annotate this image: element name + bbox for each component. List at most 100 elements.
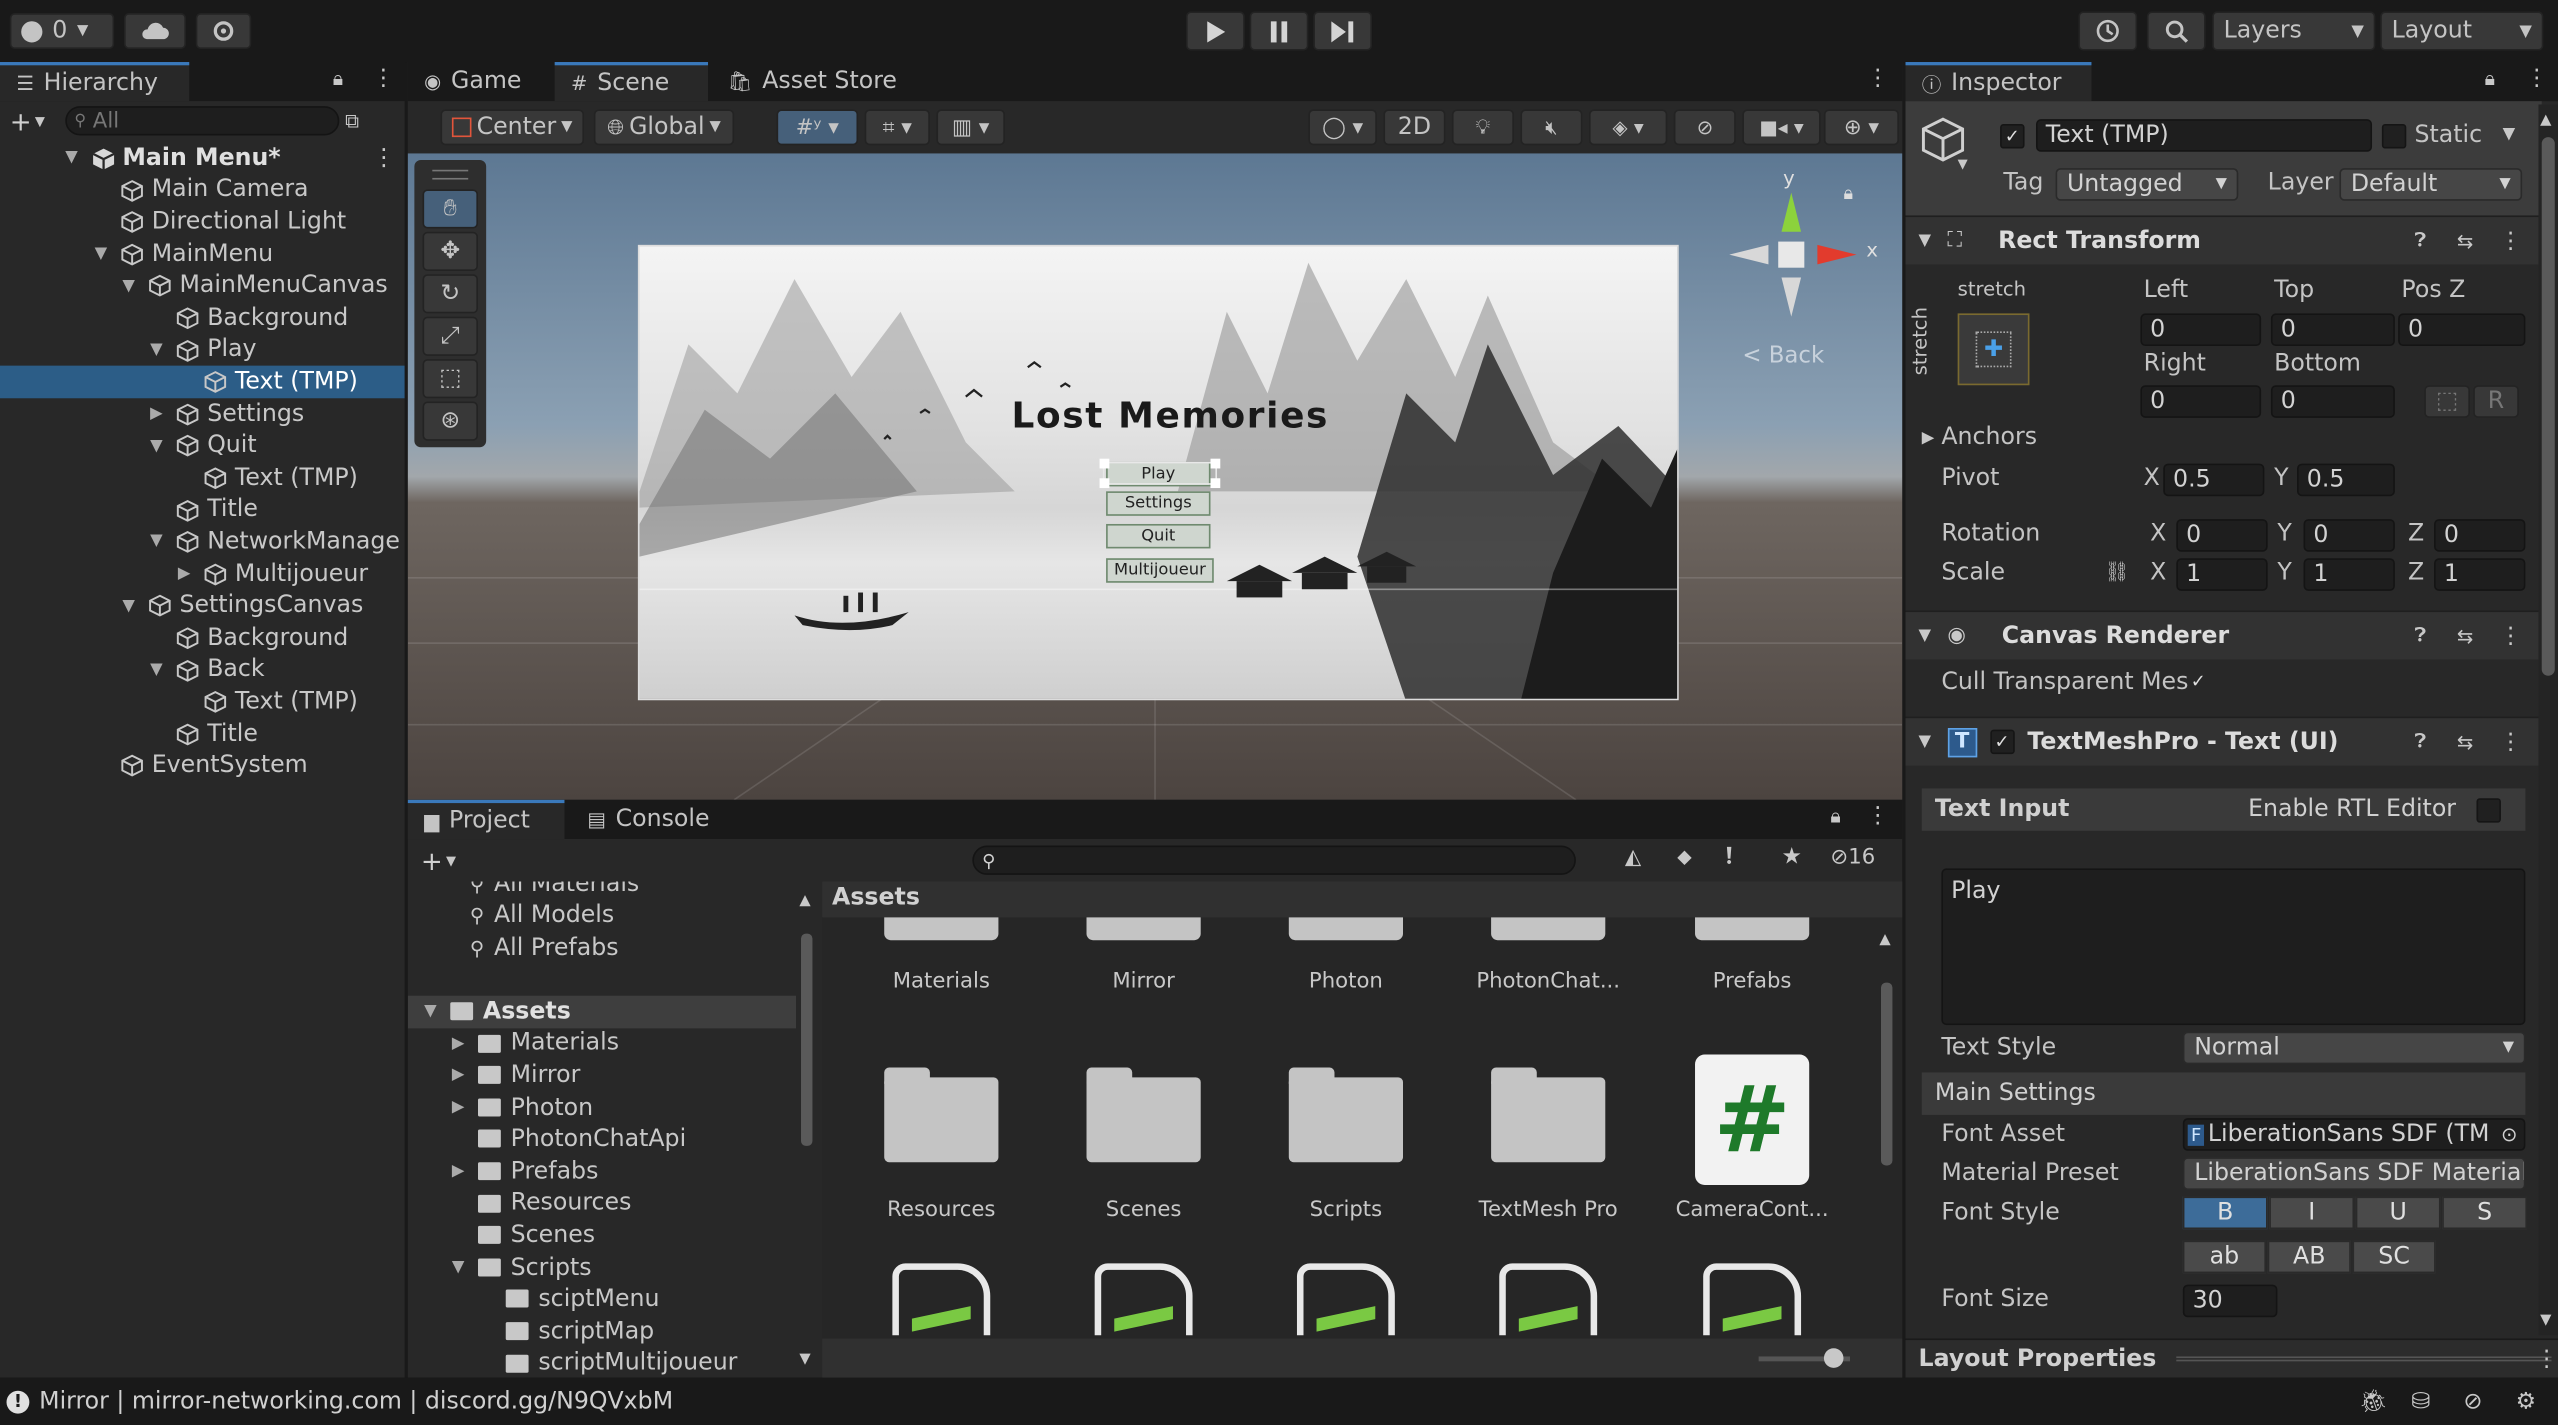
grid-scrollbar[interactable]: ▲ [1879, 924, 1895, 1332]
right-field[interactable]: 0 [2140, 385, 2262, 418]
hierarchy-item[interactable]: Background [0, 302, 405, 334]
tab-asset-store[interactable]: 🛍︎ Asset Store [711, 62, 923, 101]
pause-button[interactable] [1249, 11, 1309, 51]
play-button[interactable] [1186, 11, 1245, 51]
increment-snap-button[interactable]: ⌗ ▾ [864, 109, 930, 146]
layer-dropdown[interactable]: Default ▼ [2339, 168, 2523, 201]
text-style-dropdown[interactable]: Normal ▼ [2182, 1031, 2526, 1065]
font-style-underline-button[interactable]: U [2355, 1196, 2441, 1230]
hierarchy-item[interactable]: Title [0, 494, 405, 526]
grid-scroll-thumb[interactable] [1881, 982, 1893, 1166]
foldout-arrow-icon[interactable]: ▼ [150, 661, 163, 679]
scale-y-field[interactable]: 1 [2303, 558, 2395, 591]
scroll-up-icon[interactable]: ▲ [1879, 932, 1890, 948]
pivot-x-field[interactable]: 0.5 [2163, 463, 2265, 497]
add-object-button[interactable]: + [10, 105, 32, 136]
project-folder-item[interactable]: sciptMenu [408, 1284, 796, 1316]
font-style-bold-button[interactable]: B [2182, 1196, 2268, 1230]
presets-icon[interactable]: ⇆ [2457, 229, 2473, 252]
pivot-y-field[interactable]: 0.5 [2297, 463, 2395, 497]
snap-settings-button[interactable]: ▥ ▾ [936, 109, 1005, 146]
tag-dropdown[interactable]: Untagged ▼ [2055, 168, 2239, 201]
foldout-arrow-icon[interactable]: ▶ [452, 1163, 465, 1181]
move-tool-button[interactable]: ✥ [422, 231, 479, 271]
tab-project[interactable]: ▆ Project [407, 799, 565, 840]
top-field[interactable]: 0 [2270, 313, 2395, 347]
collab-button[interactable] [195, 13, 252, 49]
transform-tool-button[interactable]: ⊛ [422, 401, 479, 441]
toggle-2d-button[interactable]: 2D [1383, 109, 1446, 146]
chevron-down-icon[interactable]: ▼ [2503, 126, 2516, 144]
asset-folder-item[interactable]: Photon [1256, 917, 1435, 994]
project-folder-item[interactable]: scriptMultijoueur [408, 1348, 796, 1378]
raw-edit-button[interactable]: R [2473, 385, 2519, 418]
rect-handle[interactable] [1210, 478, 1221, 489]
selection-rect-handles[interactable] [1099, 458, 1221, 489]
asset-folder-item[interactable]: Scripts [1256, 1054, 1435, 1223]
favorite-search-item[interactable]: ⚲ All Models [470, 900, 614, 932]
hierarchy-item[interactable]: ▼ NetworkManage [0, 526, 405, 558]
hierarchy-item[interactable]: ▼ Quit [0, 430, 405, 462]
kebab-menu-icon[interactable]: ⋮ [372, 65, 395, 91]
grid-snap-toggle[interactable]: #ʸ ▾ [776, 109, 859, 146]
lock-icon[interactable]: 🔒︎ [2485, 67, 2495, 91]
canvas-renderer-header[interactable]: ▼ ◉ Canvas Renderer ❓︎ ⇆ ⋮ [1905, 610, 2542, 660]
rotate-tool-button[interactable]: ↻ [422, 274, 479, 314]
presets-icon[interactable]: ⇆ [2457, 730, 2473, 753]
foldout-arrow-icon[interactable]: ▶ [1922, 429, 1935, 447]
font-case-uppercase-button[interactable]: AB [2267, 1240, 2351, 1274]
foldout-arrow-icon[interactable]: ▼ [95, 245, 108, 263]
project-folder-item[interactable]: ▶ Mirror [408, 1060, 796, 1092]
hierarchy-item[interactable]: Directional Light [0, 206, 405, 238]
kebab-menu-icon[interactable]: ⋮ [1866, 803, 1889, 829]
kebab-menu-icon[interactable]: ⋮ [2499, 228, 2522, 254]
help-icon[interactable]: ❓︎ [2414, 229, 2426, 253]
hierarchy-item[interactable]: ▶ Multijoueur [0, 558, 405, 590]
hierarchy-search-input[interactable]: ⚲ All [64, 106, 339, 136]
project-folder-item[interactable]: PhotonChatApi [408, 1124, 796, 1156]
help-icon[interactable]: ❓︎ [2414, 624, 2426, 648]
project-folder-item[interactable]: ▼ Assets [407, 995, 797, 1028]
project-folder-item[interactable]: ▶ Prefabs [408, 1156, 796, 1188]
history-button[interactable] [2078, 11, 2138, 51]
tab-game[interactable]: ◉ Game [408, 62, 552, 101]
kebab-menu-icon[interactable]: ⋮ [2525, 65, 2548, 91]
asset-folder-item[interactable]: PhotonChat... [1458, 917, 1637, 994]
canvas-title-text[interactable]: Lost Memories [1011, 397, 1329, 438]
drag-divider[interactable] [2175, 1356, 2552, 1362]
lock-icon[interactable]: 🔒︎ [1830, 805, 1840, 829]
font-asset-field[interactable]: F LiberationSans SDF (TM ⊙ [2182, 1118, 2526, 1151]
static-checkbox[interactable] [2381, 124, 2407, 149]
kebab-menu-icon[interactable]: ⋮ [2535, 1346, 2558, 1372]
object-picker-icon[interactable]: ⊙ [2501, 1123, 2517, 1146]
search-by-label-icon[interactable]: ⬥ [1677, 846, 1692, 870]
scene-back-label[interactable]: < Back [1742, 343, 1824, 369]
hierarchy-item[interactable]: Text (TMP) [0, 365, 405, 398]
favorite-star-icon[interactable]: ★ [1781, 844, 1801, 870]
rect-handle[interactable] [1099, 478, 1110, 489]
hidden-packages-toggle[interactable]: ⊘16 [1830, 846, 1875, 870]
foldout-arrow-icon[interactable]: ▶ [452, 1099, 465, 1117]
rotation-y-field[interactable]: 0 [2303, 519, 2395, 552]
effects-dropdown[interactable]: ◈ ▾ [1588, 109, 1668, 146]
pivot-rotation-dropdown[interactable]: 🌐︎ Global ▼ [593, 109, 735, 146]
project-folder-item[interactable]: ▶ Photon [408, 1092, 796, 1124]
tab-console[interactable]: ▤ Console [571, 800, 734, 839]
favorite-search-item[interactable]: ⚲ All Materials [470, 881, 639, 900]
hand-tool-button[interactable]: ✋︎ [422, 189, 479, 229]
bottom-field[interactable]: 0 [2270, 385, 2395, 418]
help-icon[interactable]: ❓︎ [2414, 730, 2426, 754]
scene-visibility-icon[interactable]: ⧉ [345, 109, 359, 133]
presets-icon[interactable]: ⇆ [2457, 624, 2473, 647]
project-folder-item[interactable]: ▼ Scripts [408, 1252, 796, 1284]
scroll-down-icon[interactable]: ▼ [2540, 1312, 2551, 1328]
hierarchy-item[interactable]: Text (TMP) [0, 462, 405, 494]
rect-handle[interactable] [1099, 458, 1110, 469]
asset-script-item[interactable] [1458, 1263, 1637, 1336]
hierarchy-item[interactable]: Title [0, 718, 405, 750]
rtl-editor-checkbox[interactable] [2476, 797, 2501, 822]
slider-handle[interactable] [1823, 1348, 1844, 1368]
hierarchy-item[interactable]: ▼ SettingsCanvas [0, 590, 405, 622]
hierarchy-item[interactable]: Text (TMP) [0, 686, 405, 718]
hierarchy-item[interactable]: Main Camera [0, 174, 405, 206]
